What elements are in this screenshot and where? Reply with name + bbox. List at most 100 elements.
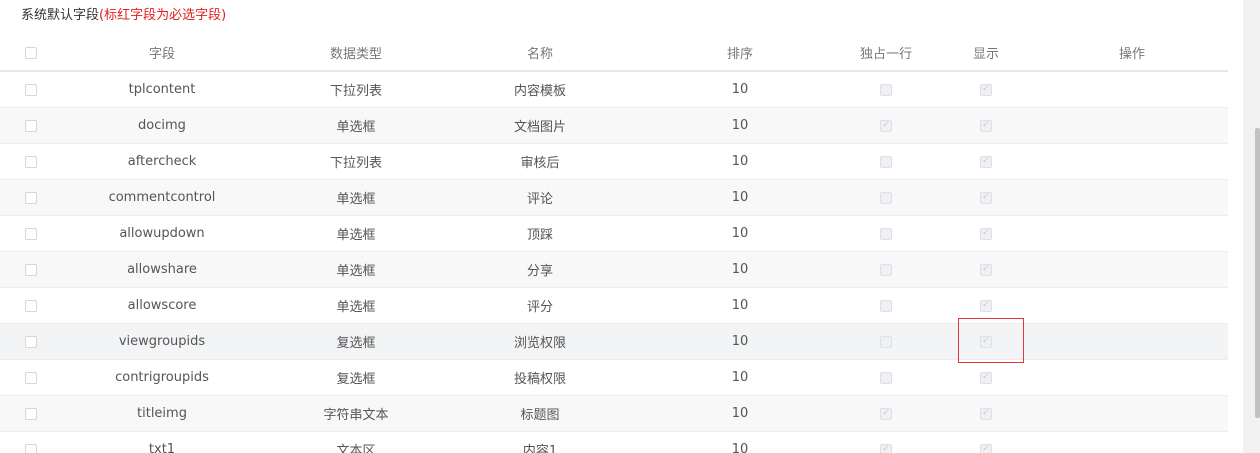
show-cell: ✓: [926, 252, 1046, 287]
field-code: commentcontrol: [108, 190, 216, 205]
data-type: 单选框: [336, 192, 376, 207]
sort-order: 10: [731, 406, 749, 421]
show-checkbox: ✓: [980, 191, 992, 204]
table-row: txt1 文本区 内容1 10 ✓ ✓: [0, 432, 1228, 453]
show-cell: ✓: [926, 324, 1046, 359]
sort-order: 10: [731, 298, 749, 313]
scrollbar-thumb[interactable]: [1255, 128, 1260, 418]
data-type: 文本区: [336, 444, 376, 453]
ops-cell: [1072, 72, 1192, 107]
ops-cell: [1072, 288, 1192, 323]
sort-order: 10: [731, 226, 749, 241]
data-type: 下拉列表: [329, 156, 382, 171]
sort-order: 10: [731, 154, 749, 169]
field-table: 字段 数据类型 名称 排序 独占一行 显示 操作 tplcontent 下拉列表内…: [0, 35, 1228, 453]
field-code: txt1: [148, 442, 176, 453]
row-select-cell: [17, 432, 45, 453]
show-checkbox: ✓: [980, 335, 992, 348]
sort-order: 10: [731, 82, 749, 97]
alone-checkbox: [880, 155, 892, 168]
section-title-text: 系统默认字段: [21, 8, 100, 23]
row-select-cell: [17, 288, 45, 323]
show-cell: ✓: [926, 288, 1046, 323]
sort-order: 10: [731, 334, 749, 349]
field-name: 内容模板: [513, 84, 566, 99]
ops-cell: [1072, 360, 1192, 395]
table-header: 字段 数据类型 名称 排序 独占一行 显示 操作: [0, 35, 1228, 72]
section-title: 系统默认字段(标红字段为必选字段): [21, 6, 226, 26]
field-code: allowscore: [127, 298, 197, 313]
alone-checkbox: ✓: [880, 119, 892, 132]
row-select-checkbox[interactable]: [25, 83, 37, 96]
row-select-cell: [17, 108, 45, 143]
data-type: 单选框: [336, 264, 376, 279]
row-select-checkbox[interactable]: [25, 407, 37, 420]
field-name: 审核后: [520, 156, 560, 171]
row-select-checkbox[interactable]: [25, 191, 37, 204]
table-row: tplcontent 下拉列表 内容模板 10 ✓: [0, 72, 1228, 108]
show-cell: ✓: [926, 396, 1046, 431]
data-type: 单选框: [336, 228, 376, 243]
alone-checkbox: [880, 227, 892, 240]
required-fields-note: (标红字段为必选字段): [99, 8, 227, 23]
field-code: allowupdown: [119, 226, 205, 241]
field-name: 浏览权限: [513, 336, 566, 351]
show-cell: ✓: [926, 432, 1046, 453]
field-code: titleimg: [137, 406, 187, 421]
sort-order: 10: [731, 442, 749, 453]
data-type: 复选框: [336, 336, 376, 351]
show-cell: ✓: [926, 144, 1046, 179]
ops-cell: [1072, 216, 1192, 251]
row-select-cell: [17, 144, 45, 179]
ops-cell: [1072, 324, 1192, 359]
alone-checkbox: ✓: [880, 407, 892, 420]
ops-cell: [1072, 396, 1192, 431]
header-type: 数据类型: [329, 47, 382, 62]
row-select-checkbox[interactable]: [25, 119, 37, 132]
field-code: allowshare: [127, 262, 197, 277]
data-type: 单选框: [336, 120, 376, 135]
show-checkbox: ✓: [980, 83, 992, 96]
table-row: allowupdown 单选框 顶踩 10 ✓: [0, 216, 1228, 252]
field-name: 标题图: [520, 408, 560, 423]
field-code: viewgroupids: [118, 334, 206, 349]
row-select-checkbox[interactable]: [25, 299, 37, 312]
table-row: aftercheck 下拉列表 审核后 10 ✓: [0, 144, 1228, 180]
show-checkbox: ✓: [980, 119, 992, 132]
field-name: 文档图片: [513, 120, 566, 135]
header-ops: 操作: [1118, 47, 1145, 62]
row-select-checkbox[interactable]: [25, 335, 37, 348]
show-cell: ✓: [926, 180, 1046, 215]
show-checkbox: ✓: [980, 155, 992, 168]
row-select-checkbox[interactable]: [25, 227, 37, 240]
select-all-checkbox[interactable]: [25, 46, 37, 59]
row-select-checkbox[interactable]: [25, 371, 37, 384]
alone-checkbox: [880, 371, 892, 384]
table-row: docimg 单选框 文档图片 10 ✓ ✓: [0, 108, 1228, 144]
row-select-checkbox[interactable]: [25, 263, 37, 276]
row-select-cell: [17, 252, 45, 287]
row-select-cell: [17, 324, 45, 359]
row-select-cell: [17, 360, 45, 395]
field-code: contrigroupids: [115, 370, 209, 385]
show-checkbox: ✓: [980, 443, 992, 453]
ops-cell: [1072, 252, 1192, 287]
sort-order: 10: [731, 370, 749, 385]
alone-checkbox: ✓: [880, 443, 892, 453]
field-name: 分享: [526, 264, 553, 279]
vertical-scrollbar[interactable]: [1243, 0, 1260, 453]
select-all-cell: [17, 35, 45, 70]
ops-cell: [1072, 108, 1192, 143]
header-name: 名称: [526, 47, 553, 62]
show-cell: ✓: [926, 108, 1046, 143]
field-code: aftercheck: [127, 154, 197, 169]
field-code: docimg: [138, 118, 186, 133]
row-select-checkbox[interactable]: [25, 443, 37, 453]
alone-checkbox: [880, 191, 892, 204]
field-name: 评论: [526, 192, 553, 207]
row-select-checkbox[interactable]: [25, 155, 37, 168]
alone-checkbox: [880, 83, 892, 96]
data-type: 单选框: [336, 300, 376, 315]
table-row: allowshare 单选框 分享 10 ✓: [0, 252, 1228, 288]
row-select-cell: [17, 180, 45, 215]
